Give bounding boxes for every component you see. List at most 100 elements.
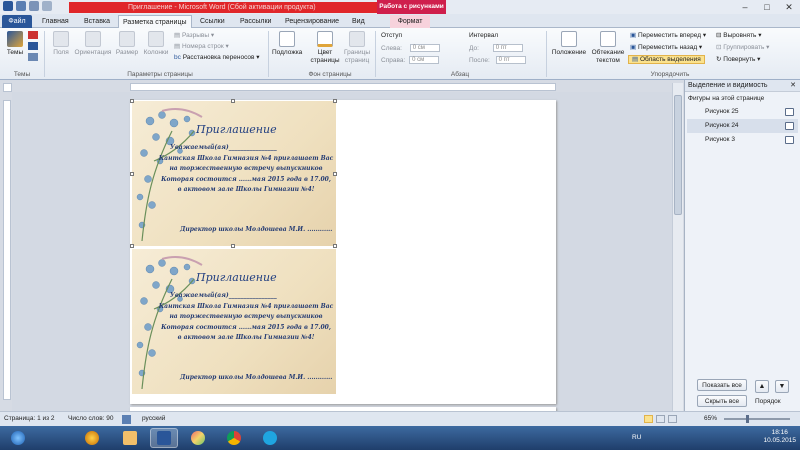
keyboard-language[interactable]: RU	[632, 434, 641, 441]
close-button[interactable]: ✕	[778, 0, 800, 14]
group-button[interactable]: ⊡ Группировать ▾	[716, 43, 769, 52]
scrollbar-thumb[interactable]	[674, 95, 682, 215]
tab-page-layout[interactable]: Разметка страницы	[118, 15, 192, 28]
tab-mailings[interactable]: Рассылки	[236, 15, 275, 28]
maximize-button[interactable]: □	[756, 0, 778, 14]
language-indicator[interactable]: русский	[142, 412, 165, 426]
show-all-button[interactable]: Показать все	[697, 379, 747, 391]
line-numbers-button[interactable]: ▤ Номера строк ▾	[174, 42, 229, 51]
invitation-title: Приглашение	[196, 123, 277, 136]
shape-name: Рисунок 3	[705, 136, 735, 143]
indent-right-input[interactable]: 0 см	[409, 56, 440, 65]
redo-icon[interactable]	[42, 1, 52, 11]
align-button[interactable]: ⊟ Выровнять ▾	[716, 31, 762, 40]
selection-pane-button[interactable]: ▤ Область выделения	[628, 55, 705, 64]
move-down-button[interactable]: ▼	[775, 380, 789, 393]
indent-left-input[interactable]: 0 см	[409, 44, 440, 53]
tab-insert[interactable]: Вставка	[80, 15, 114, 28]
undo-icon[interactable]	[29, 1, 39, 11]
tab-home[interactable]: Главная	[38, 15, 73, 28]
vertical-ruler[interactable]	[3, 100, 11, 400]
breaks-button[interactable]: ▤ Разрывы ▾	[174, 31, 214, 40]
rotate-label: Повернуть	[723, 56, 756, 63]
resize-handle[interactable]	[333, 172, 337, 176]
start-button[interactable]	[4, 428, 32, 448]
invitation-card[interactable]: Приглашение Уважаемый(ая)_______________…	[132, 101, 336, 246]
visibility-eye-icon[interactable]	[785, 136, 794, 144]
divider	[268, 31, 269, 77]
spacing-before-input[interactable]: 0 пт	[492, 44, 523, 53]
theme-colors-icon[interactable]	[28, 31, 38, 39]
resize-handle[interactable]	[130, 172, 134, 176]
theme-effects-icon[interactable]	[28, 53, 38, 61]
tab-review[interactable]: Рецензирование	[281, 15, 343, 28]
taskbar-app[interactable]	[220, 428, 248, 448]
watermark-button[interactable]: Подложка	[272, 31, 302, 57]
themes-button[interactable]: Темы	[4, 31, 26, 57]
zoom-level[interactable]: 65%	[704, 412, 717, 426]
tab-references[interactable]: Ссылки	[196, 15, 229, 28]
move-up-button[interactable]: ▲	[755, 380, 769, 393]
page-color-label-1: Цвет	[317, 49, 333, 56]
web-layout-icon[interactable]	[668, 415, 677, 423]
page-count[interactable]: Страница: 1 из 2	[4, 412, 55, 426]
page-1[interactable]: Приглашение Уважаемый(ая)_______________…	[130, 99, 556, 404]
page-borders-button[interactable]: Границы страниц	[342, 31, 372, 65]
size-button[interactable]: Размер	[114, 31, 140, 57]
visibility-eye-icon[interactable]	[785, 122, 794, 130]
wrap-text-button[interactable]: Обтекание текстом	[590, 31, 626, 65]
bring-forward-button[interactable]: ▣ Переместить вперед ▾	[630, 31, 706, 40]
taskbar-app-word[interactable]	[150, 428, 178, 448]
close-pane-icon[interactable]: ✕	[790, 80, 796, 92]
vertical-scrollbar[interactable]	[672, 83, 683, 411]
resize-handle[interactable]	[231, 244, 235, 248]
page-borders-icon	[349, 31, 365, 47]
zoom-slider[interactable]	[724, 418, 790, 420]
resize-handle[interactable]	[130, 99, 134, 103]
save-icon[interactable]	[16, 1, 26, 11]
resize-handle[interactable]	[333, 99, 337, 103]
taskbar-app[interactable]	[116, 428, 144, 448]
orientation-button[interactable]: Ориентация	[73, 31, 113, 57]
divider	[546, 31, 547, 77]
columns-button[interactable]: Колонки	[142, 31, 170, 57]
page-color-button[interactable]: Цвет страницы	[309, 31, 341, 65]
taskbar-app[interactable]	[256, 428, 284, 448]
word-icon[interactable]	[3, 1, 13, 11]
tab-format[interactable]: Формат	[390, 15, 430, 28]
hyphenation-button[interactable]: bc Расстановка переносов ▾	[174, 53, 260, 62]
document-area[interactable]: Приглашение Уважаемый(ая)_______________…	[12, 92, 672, 411]
word-count[interactable]: Число слов: 90	[68, 412, 114, 426]
visibility-eye-icon[interactable]	[785, 108, 794, 116]
invitation-line: в актовом зале Школы Гимназии №4!	[177, 334, 315, 341]
ruler-toggle[interactable]	[3, 83, 12, 92]
spacing-after-input[interactable]: 0 пт	[495, 56, 526, 65]
hide-all-button[interactable]: Скрыть все	[697, 395, 747, 407]
theme-fonts-icon[interactable]	[28, 42, 38, 50]
resize-handle[interactable]	[130, 244, 134, 248]
clock-date: 10.05.2015	[763, 437, 796, 444]
position-button[interactable]: Положение	[550, 31, 588, 57]
invitation-title: Приглашение	[196, 271, 277, 284]
zoom-slider-thumb[interactable]	[746, 415, 749, 423]
resize-handle[interactable]	[333, 244, 337, 248]
horizontal-ruler[interactable]	[130, 83, 556, 91]
reading-view-icon[interactable]	[656, 415, 665, 423]
tab-view[interactable]: Вид	[348, 15, 369, 28]
shape-list-item[interactable]: Рисунок 3	[687, 133, 798, 147]
resize-handle[interactable]	[231, 99, 235, 103]
shape-list-item[interactable]: Рисунок 25	[687, 105, 798, 119]
print-layout-icon[interactable]	[644, 415, 653, 423]
proofing-icon[interactable]	[122, 415, 131, 424]
taskbar-app[interactable]	[78, 428, 106, 448]
clock[interactable]: 18:16 10.05.2015	[763, 429, 796, 445]
shape-list-item[interactable]: Рисунок 24	[687, 119, 798, 133]
send-backward-button[interactable]: ▣ Переместить назад ▾	[630, 43, 702, 52]
windows-logo-icon	[11, 431, 25, 445]
invitation-card[interactable]: Приглашение Уважаемый(ая)_______________…	[132, 249, 336, 394]
margins-button[interactable]: Поля	[50, 31, 72, 57]
minimize-button[interactable]: –	[734, 0, 756, 14]
rotate-button[interactable]: ↻ Повернуть ▾	[716, 55, 760, 64]
taskbar-app[interactable]	[184, 428, 212, 448]
tab-file[interactable]: Файл	[2, 15, 32, 28]
